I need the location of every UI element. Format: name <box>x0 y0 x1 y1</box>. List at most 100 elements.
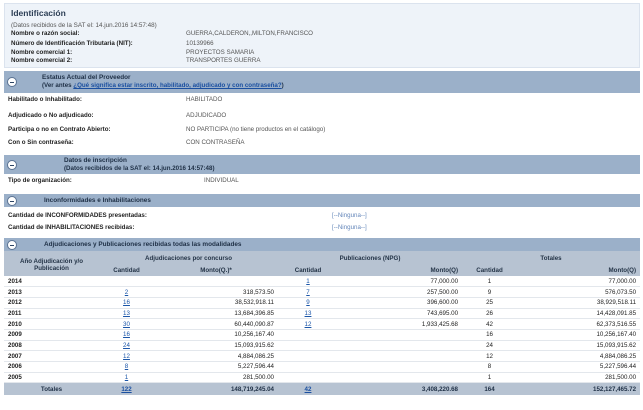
monto-adj-cell: 5,227,596.44 <box>154 361 278 373</box>
table-row: 2009 16 10,256,167.40 16 10,256,167.40 <box>4 329 641 341</box>
inconformidades-section-header[interactable]: Inconformidades e Inhabilitaciones <box>4 194 640 207</box>
monto-pub-cell: 257,500.00 <box>338 286 463 298</box>
estatus-title: Estatus Actual del Proveedor <box>42 74 131 81</box>
cantidad-pub-cell <box>278 361 338 373</box>
cantidad-adj-link[interactable]: 13 <box>123 310 130 317</box>
cantidad-tot-cell: 1 <box>462 372 518 384</box>
identificacion-panel: Identificación (Datos recibidos de la SA… <box>4 3 640 68</box>
inscripcion-section-header[interactable]: Datos de inscripción (Datos recibidos de… <box>4 155 640 174</box>
contrasena-label: Con o Sin contraseña: <box>8 139 74 146</box>
total-cantidad-pub-cell: 42 <box>278 382 338 395</box>
cantidad-adj-cell <box>99 276 154 288</box>
inhabilitaciones-value: [--Ninguna--] <box>332 224 367 231</box>
collapse-icon[interactable] <box>7 239 17 250</box>
cantidad-adj-cell: 24 <box>99 340 154 352</box>
estatus-section-header[interactable]: Estatus Actual del Proveedor (Ver antes … <box>4 71 640 93</box>
cantidad-pub-cell <box>278 350 338 362</box>
cantidad-adj-cell: 16 <box>99 297 154 309</box>
cantidad-adj-link[interactable]: 12 <box>123 353 130 360</box>
monto-tot-cell: 281,500.00 <box>517 372 641 384</box>
total-cantidad-adj-link[interactable]: 122 <box>121 386 131 393</box>
year-cell: 2008 <box>4 340 99 352</box>
inconformidades-value: [--Ninguna--] <box>332 212 367 219</box>
collapse-icon[interactable] <box>7 195 17 206</box>
year-cell: 2007 <box>4 350 99 362</box>
monto-adj-cell: 318,573.50 <box>154 286 278 298</box>
col-header-cantidad-tot: Cantidad <box>462 265 518 276</box>
monto-pub-cell <box>338 372 463 384</box>
monto-tot-cell: 38,929,518.11 <box>517 297 641 309</box>
cantidad-pub-link[interactable]: 12 <box>305 321 312 328</box>
cantidad-adj-cell: 16 <box>99 329 154 341</box>
table-row: 2014 1 77,000.00 1 77,000.00 <box>4 276 641 288</box>
total-monto-adj: 148,719,245.04 <box>154 382 278 395</box>
contrato-abierto-value: NO PARTICIPA (no tiene productos en el c… <box>186 126 326 133</box>
tipo-organizacion-label: Tipo de organización: <box>8 177 72 184</box>
year-cell: 2009 <box>4 329 99 341</box>
inhabilitaciones-label: Cantidad de INHABILITACIONES recibidas: <box>8 224 135 231</box>
cantidad-pub-cell: 13 <box>278 308 338 320</box>
cantidad-adj-link[interactable]: 2 <box>125 289 128 296</box>
cantidad-adj-link[interactable]: 30 <box>123 321 130 328</box>
group-header-publicaciones: Publicaciones (NPG) <box>278 251 463 265</box>
monto-pub-cell: 1,933,425.68 <box>338 318 463 330</box>
col-header-monto-adj: Monto(Q.)* <box>154 265 278 276</box>
contrasena-value: CON CONTRASEÑA <box>186 139 245 146</box>
monto-adj-cell: 4,884,086.25 <box>154 350 278 362</box>
cantidad-pub-cell <box>278 329 338 341</box>
inscripcion-title: Datos de inscripción <box>64 157 127 164</box>
cantidad-adj-cell: 1 <box>99 372 154 384</box>
cantidad-adj-link[interactable]: 1 <box>125 374 128 381</box>
monto-tot-cell: 10,256,167.40 <box>517 329 641 341</box>
monto-pub-cell <box>338 329 463 341</box>
col-header-monto-tot: Monto(Q) <box>517 265 641 276</box>
cantidad-adj-link[interactable]: 8 <box>125 363 128 370</box>
year-header: Año Adjudicación y/o Publicación <box>4 251 99 276</box>
monto-tot-cell: 5,227,596.44 <box>517 361 641 373</box>
monto-tot-cell: 62,373,516.55 <box>517 318 641 330</box>
cantidad-tot-cell: 24 <box>462 340 518 352</box>
razon-social-label: Nombre o razón social: <box>11 30 80 37</box>
cantidad-adj-link[interactable]: 16 <box>123 299 130 306</box>
col-header-monto-pub: Monto(Q) <box>338 265 463 276</box>
table-row: 2010 30 60,440,090.87 12 1,933,425.68 42 62,37… <box>4 318 641 330</box>
tipo-organizacion-value: INDIVIDUAL <box>204 177 239 184</box>
cantidad-adj-link[interactable]: 24 <box>123 342 130 349</box>
collapse-icon[interactable] <box>7 77 17 87</box>
cantidad-pub-link[interactable]: 13 <box>305 310 312 317</box>
group-header-adjudicaciones: Adjudicaciones por concurso <box>99 251 278 265</box>
table-row: 2007 12 4,884,086.25 12 4,884,086.25 <box>4 350 641 362</box>
adjudicaciones-section-header[interactable]: Adjudicaciones y Publicaciones recibidas… <box>4 238 640 251</box>
monto-adj-cell: 60,440,090.87 <box>154 318 278 330</box>
table-row: 2008 24 15,093,915.62 24 15,093,915.62 <box>4 340 641 352</box>
monto-pub-cell <box>338 361 463 373</box>
total-monto-tot: 152,127,465.72 <box>517 382 641 395</box>
cantidad-pub-cell: 9 <box>278 297 338 309</box>
monto-pub-cell <box>338 350 463 362</box>
cantidad-pub-cell: 12 <box>278 318 338 330</box>
cantidad-pub-link[interactable]: 1 <box>306 278 309 285</box>
nombre-comercial-1-label: Nombre comercial 1: <box>11 49 73 56</box>
adjudicaciones-table: Año Adjudicación y/o Publicación Adjudic… <box>4 251 641 395</box>
year-cell: 2012 <box>4 297 99 309</box>
monto-tot-cell: 77,000.00 <box>517 276 641 288</box>
table-row: 2006 8 5,227,596.44 8 5,227,596.44 <box>4 361 641 373</box>
monto-tot-cell: 576,073.50 <box>517 286 641 298</box>
monto-adj-cell: 15,093,915.62 <box>154 340 278 352</box>
monto-pub-cell: 77,000.00 <box>338 276 463 288</box>
cantidad-pub-cell: 1 <box>278 276 338 288</box>
total-cantidad-pub-link[interactable]: 42 <box>305 386 312 393</box>
adjudicaciones-tbody: 2014 1 77,000.00 1 77,000.00 2013 2 318,573.50 7… <box>4 276 641 395</box>
cantidad-pub-link[interactable]: 9 <box>306 299 309 306</box>
adjudicado-value: ADJUDICADO <box>186 112 227 119</box>
cantidad-adj-link[interactable]: 16 <box>123 331 130 338</box>
table-row: 2013 2 318,573.50 7 257,500.00 9 576,073.50 <box>4 286 641 298</box>
monto-adj-cell: 281,500.00 <box>154 372 278 384</box>
cantidad-pub-link[interactable]: 7 <box>306 289 309 296</box>
collapse-icon[interactable] <box>7 159 17 170</box>
cantidad-tot-cell: 1 <box>462 276 518 288</box>
adjudicaciones-table-wrapper: Año Adjudicación y/o Publicación Adjudic… <box>4 251 641 395</box>
cantidad-tot-cell: 12 <box>462 350 518 362</box>
col-header-cantidad-pub: Cantidad <box>278 265 338 276</box>
estatus-help-link[interactable]: ¿Qué significa estar inscrito, habilitad… <box>73 82 281 89</box>
